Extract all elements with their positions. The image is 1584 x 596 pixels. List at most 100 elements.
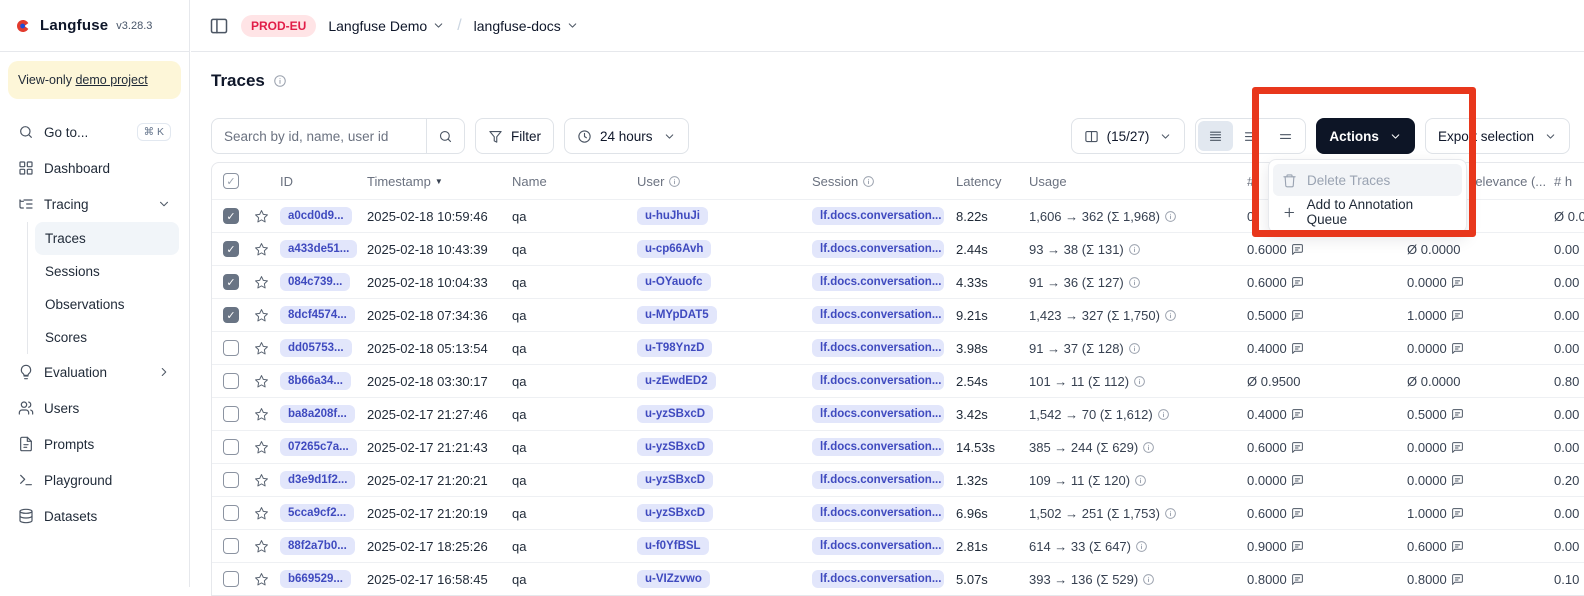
bookmark-star-icon[interactable] xyxy=(254,539,269,554)
trace-id-badge[interactable]: 88f2a7b0... xyxy=(280,537,355,555)
trace-id-badge[interactable]: 5cca9cf2... xyxy=(280,504,354,522)
table-row[interactable]: ✓ dd05753... 2025-02-18 05:13:54 qa u-T9… xyxy=(212,331,1584,364)
column-visibility-button[interactable]: (15/27) xyxy=(1071,118,1186,154)
column-header-name[interactable]: Name xyxy=(512,174,637,189)
comment-icon[interactable] xyxy=(1291,441,1304,454)
column-header-user[interactable]: User xyxy=(637,174,812,189)
user-id-badge[interactable]: u-f0YfBSL xyxy=(637,537,709,555)
info-icon[interactable] xyxy=(1128,342,1141,355)
panel-left-toggle-icon[interactable] xyxy=(209,16,229,36)
bookmark-star-icon[interactable] xyxy=(254,407,269,422)
sidebar-item-scores[interactable]: Scores xyxy=(35,321,179,354)
session-id-badge[interactable]: lf.docs.conversation... xyxy=(812,207,944,225)
column-header-id[interactable]: ID xyxy=(280,174,367,189)
table-row[interactable]: ✓ a433de51... 2025-02-18 10:43:39 qa u-c… xyxy=(212,232,1584,265)
session-id-badge[interactable]: lf.docs.conversation... xyxy=(812,570,944,588)
info-icon[interactable] xyxy=(273,74,287,88)
sidebar-item-evaluation[interactable]: Evaluation xyxy=(10,354,179,390)
row-checkbox[interactable]: ✓ xyxy=(223,340,239,356)
session-id-badge[interactable]: lf.docs.conversation... xyxy=(812,504,944,522)
bookmark-star-icon[interactable] xyxy=(254,473,269,488)
row-checkbox[interactable]: ✓ xyxy=(223,571,239,587)
sidebar-item-tracing[interactable]: Tracing xyxy=(10,186,179,222)
row-checkbox[interactable]: ✓ xyxy=(223,373,239,389)
comment-icon[interactable] xyxy=(1451,441,1464,454)
sidebar-item-sessions[interactable]: Sessions xyxy=(35,255,179,288)
demo-project-link[interactable]: demo project xyxy=(75,73,147,87)
row-checkbox[interactable]: ✓ xyxy=(223,274,239,290)
user-id-badge[interactable]: u-OYauofc xyxy=(637,273,711,291)
filter-button[interactable]: Filter xyxy=(475,118,554,154)
table-row[interactable]: ✓ 084c739... 2025-02-18 10:04:33 qa u-OY… xyxy=(212,265,1584,298)
user-id-badge[interactable]: u-zEwdED2 xyxy=(637,372,716,390)
column-header-last[interactable]: # h xyxy=(1554,174,1584,189)
comment-icon[interactable] xyxy=(1451,309,1464,322)
row-checkbox[interactable]: ✓ xyxy=(223,439,239,455)
actions-button[interactable]: Actions xyxy=(1316,118,1415,154)
trace-id-badge[interactable]: dd05753... xyxy=(280,339,352,357)
info-icon[interactable] xyxy=(1128,243,1141,256)
sidebar-item-datasets[interactable]: Datasets xyxy=(10,498,179,534)
column-header-timestamp[interactable]: Timestamp▼ xyxy=(367,174,512,189)
trace-id-badge[interactable]: d3e9d1f2... xyxy=(280,471,355,489)
table-row[interactable]: ✓ 88f2a7b0... 2025-02-17 18:25:26 qa u-f… xyxy=(212,529,1584,562)
column-header-latency[interactable]: Latency xyxy=(956,174,1029,189)
info-icon[interactable] xyxy=(1128,276,1141,289)
table-row[interactable]: ✓ ba8a208f... 2025-02-17 21:27:46 qa u-y… xyxy=(212,397,1584,430)
user-id-badge[interactable]: u-T98YnzD xyxy=(637,339,712,357)
user-id-badge[interactable]: u-yzSBxcD xyxy=(637,438,713,456)
table-row[interactable]: ✓ 8dcf4574... 2025-02-18 07:34:36 qa u-M… xyxy=(212,298,1584,331)
trace-id-badge[interactable]: ba8a208f... xyxy=(280,405,355,423)
trace-id-badge[interactable]: 8b66a34... xyxy=(280,372,351,390)
session-id-badge[interactable]: lf.docs.conversation... xyxy=(812,273,944,291)
comment-icon[interactable] xyxy=(1291,507,1304,520)
comment-icon[interactable] xyxy=(1291,474,1304,487)
session-id-badge[interactable]: lf.docs.conversation... xyxy=(812,537,944,555)
comment-icon[interactable] xyxy=(1291,540,1304,553)
sidebar-item-observations[interactable]: Observations xyxy=(35,288,179,321)
row-height-large-button[interactable] xyxy=(1268,121,1303,151)
column-header-usage[interactable]: Usage xyxy=(1029,174,1247,189)
info-icon[interactable] xyxy=(1164,210,1177,223)
sidebar-item-playground[interactable]: Playground xyxy=(10,462,179,498)
table-row[interactable]: ✓ 07265c7a... 2025-02-17 21:21:43 qa u-y… xyxy=(212,430,1584,463)
select-all-checkbox[interactable]: ✓ xyxy=(223,173,239,189)
session-id-badge[interactable]: lf.docs.conversation... xyxy=(812,240,944,258)
sidebar-item-dashboard[interactable]: Dashboard xyxy=(10,150,179,186)
user-id-badge[interactable]: u-VIZzvwo xyxy=(637,570,710,588)
trace-id-badge[interactable]: 07265c7a... xyxy=(280,438,357,456)
user-id-badge[interactable]: u-yzSBxcD xyxy=(637,504,713,522)
user-id-badge[interactable]: u-yzSBxcD xyxy=(637,471,713,489)
org-switcher[interactable]: Langfuse Demo xyxy=(328,18,445,34)
comment-icon[interactable] xyxy=(1451,474,1464,487)
trace-id-badge[interactable]: b669529... xyxy=(280,570,351,588)
time-range-button[interactable]: 24 hours xyxy=(564,118,689,154)
comment-icon[interactable] xyxy=(1451,573,1464,586)
row-checkbox[interactable]: ✓ xyxy=(223,505,239,521)
bookmark-star-icon[interactable] xyxy=(254,242,269,257)
row-checkbox[interactable]: ✓ xyxy=(223,307,239,323)
trace-id-badge[interactable]: a433de51... xyxy=(280,240,357,258)
info-icon[interactable] xyxy=(1164,309,1177,322)
row-checkbox[interactable]: ✓ xyxy=(223,208,239,224)
table-row[interactable]: ✓ 5cca9cf2... 2025-02-17 21:20:19 qa u-y… xyxy=(212,496,1584,529)
row-checkbox[interactable]: ✓ xyxy=(223,241,239,257)
user-id-badge[interactable]: u-MYpDAT5 xyxy=(637,306,717,324)
user-id-badge[interactable]: u-huJhuJi xyxy=(637,207,708,225)
bookmark-star-icon[interactable] xyxy=(254,506,269,521)
user-id-badge[interactable]: u-yzSBxcD xyxy=(637,405,713,423)
comment-icon[interactable] xyxy=(1451,507,1464,520)
info-icon[interactable] xyxy=(1142,441,1155,454)
bookmark-star-icon[interactable] xyxy=(254,308,269,323)
row-height-medium-button[interactable] xyxy=(1233,121,1268,151)
sidebar-item-prompts[interactable]: Prompts xyxy=(10,426,179,462)
sidebar-item-users[interactable]: Users xyxy=(10,390,179,426)
info-icon[interactable] xyxy=(1133,375,1146,388)
trace-id-badge[interactable]: 084c739... xyxy=(280,273,350,291)
user-id-badge[interactable]: u-cp66Avh xyxy=(637,240,711,258)
info-icon[interactable] xyxy=(1157,408,1170,421)
comment-icon[interactable] xyxy=(1291,573,1304,586)
comment-icon[interactable] xyxy=(1451,342,1464,355)
comment-icon[interactable] xyxy=(1291,276,1304,289)
comment-icon[interactable] xyxy=(1291,342,1304,355)
